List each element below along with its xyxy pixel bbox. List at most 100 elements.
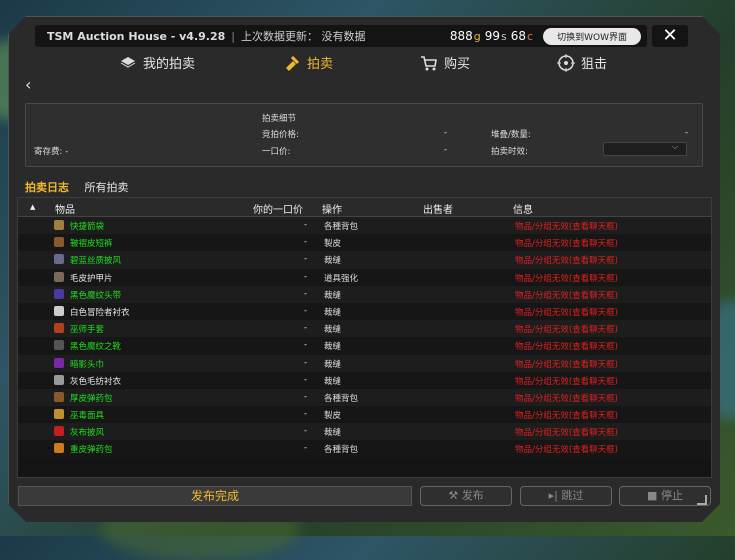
item-name: 厚皮弹药包 (70, 393, 113, 404)
info-cell: 物品/分组无效(查看聊天框) (515, 307, 618, 318)
silver-amount: 99 (484, 29, 501, 43)
buyout-cell: - (304, 426, 308, 437)
column-item[interactable]: 物品 (55, 201, 75, 216)
item-icon (54, 237, 64, 248)
buyout-cell: - (304, 357, 308, 368)
tab-all-auctions[interactable]: 所有拍卖 (85, 181, 129, 194)
info-cell: 物品/分组无效(查看聊天框) (515, 290, 618, 301)
operation-cell: 裁缝 (324, 342, 342, 353)
crosshair-icon (557, 53, 575, 72)
table-row[interactable]: 灰色毛纺衬衣 - 裁缝 物品/分组无效(查看聊天框) (18, 371, 711, 389)
table-row[interactable]: 毛皮护甲片 - 道具强化 物品/分组无效(查看聊天框) (18, 268, 711, 286)
info-cell: 物品/分组无效(查看聊天框) (515, 445, 618, 456)
column-operation[interactable]: 操作 (322, 201, 342, 216)
cart-icon (421, 55, 437, 70)
info-cell: 物品/分组无效(查看聊天框) (515, 376, 618, 387)
info-cell: 物品/分组无效(查看聊天框) (515, 342, 618, 353)
table-row[interactable]: 巫师手套 - 裁缝 物品/分组无效(查看聊天框) (18, 320, 711, 338)
item-name: 巫毒面具 (70, 411, 105, 422)
post-button[interactable]: ⚒ 发布 (420, 486, 512, 506)
auction-log-table: ▲ 物品 你的一口价 操作 出售者 信息 快捷箭袋 - 各種背包 物品/分组无效(查看… (17, 197, 712, 478)
item-name: 快捷箭袋 (70, 222, 105, 232)
item-icon (54, 391, 64, 402)
item-name: 鞁褶皮短裤 (70, 239, 113, 250)
sort-arrow-icon[interactable]: ▲ (30, 203, 35, 211)
item-icon (54, 305, 64, 316)
resize-handle[interactable] (697, 495, 707, 505)
table-header: ▲ 物品 你的一口价 操作 出售者 信息 (18, 198, 711, 217)
item-name: 灰色毛纺衬衣 (70, 376, 122, 387)
item-name: 黑色魔纹头带 (70, 290, 122, 301)
column-seller[interactable]: 出售者 (423, 201, 453, 216)
table-row[interactable]: 厚皮弹药包 - 各種背包 物品/分组无效(查看聊天框) (18, 388, 711, 407)
tab-label: 拍卖 (307, 57, 334, 72)
skip-icon: ▸| (548, 489, 558, 502)
table-row[interactable]: 黑色魔纹之靴 - 裁缝 物品/分组无效(查看聊天框) (18, 337, 711, 355)
item-icon (54, 220, 64, 230)
buyout-cell: - (304, 409, 308, 420)
table-body: 快捷箭袋 - 各種背包 物品/分组无效(查看聊天框) 鞁褶皮短裤 - 製皮 物品/分组无效(查… (18, 217, 711, 458)
info-cell: 物品/分组无效(查看聊天框) (515, 256, 618, 267)
operation-cell: 各種背包 (324, 393, 359, 404)
operation-cell: 裁缝 (324, 428, 342, 439)
buyout-price-value: - (444, 145, 448, 155)
details-header: 拍卖细节 (262, 114, 297, 124)
operation-cell: 裁缝 (324, 359, 342, 370)
duration-dropdown[interactable]: ⌵ (603, 142, 687, 156)
silver-unit: s (501, 29, 507, 43)
item-icon (54, 443, 64, 454)
gavel-icon: ⚒ (448, 489, 459, 502)
item-icon (54, 409, 64, 420)
info-cell: 物品/分组无效(查看聊天框) (515, 393, 618, 404)
column-info[interactable]: 信息 (513, 201, 533, 216)
close-button[interactable]: ✕ (652, 25, 688, 47)
gold-display: 888 g 99 s 68 c (450, 29, 533, 43)
duration-label: 拍卖时效: (491, 147, 528, 157)
item-icon (54, 374, 64, 385)
tab-buy[interactable]: 购买 (420, 53, 470, 72)
table-row[interactable]: 灰布披风 - 裁缝 物品/分组无效(查看聊天框) (18, 423, 711, 441)
buyout-cell: - (304, 220, 308, 230)
copper-unit: c (527, 29, 534, 43)
item-name: 灰布披风 (70, 428, 105, 439)
table-row[interactable]: 碧蓝丝质披风 - 裁缝 物品/分组无效(查看聊天框) (18, 251, 711, 269)
tab-bar: 我的拍卖 拍卖 购买 狙击 (9, 53, 720, 81)
back-button[interactable]: ‹ (25, 75, 31, 94)
info-cell: 物品/分组无效(查看聊天框) (515, 325, 618, 336)
info-cell: 物品/分组无效(查看聊天框) (515, 273, 618, 284)
buyout-cell: - (304, 237, 308, 248)
item-icon (54, 288, 64, 299)
stop-button-label: 停止 (660, 489, 683, 502)
title-separator: | (231, 29, 236, 43)
tab-my-auctions[interactable]: 我的拍卖 (119, 53, 195, 72)
tab-snipe[interactable]: 狙击 (557, 53, 607, 72)
operation-cell: 道具强化 (324, 273, 359, 284)
operation-cell: 裁缝 (324, 307, 342, 318)
gavel-icon (286, 55, 300, 71)
table-row[interactable]: 暗影头巾 - 裁缝 物品/分组无效(查看聊天框) (18, 354, 711, 372)
post-button-label: 发布 (461, 489, 484, 502)
auction-details-panel: 拍卖细节 竞拍价格: - 堆叠/数量: - 寄存费: - 一口价: - 拍卖时效… (25, 103, 703, 167)
table-row[interactable]: 黑色魔纹头带 - 裁缝 物品/分组无效(查看聊天框) (18, 285, 711, 303)
item-icon (54, 271, 64, 282)
tab-auction-log[interactable]: 拍卖日志 (25, 181, 69, 194)
buyout-cell: - (304, 254, 308, 265)
buyout-cell: - (304, 391, 308, 402)
info-cell: 物品/分组无效(查看聊天框) (515, 411, 618, 422)
table-row[interactable]: 鞁褶皮短裤 - 製皮 物品/分组无效(查看聊天框) (18, 234, 711, 252)
last-update-text: 上次数据更新： 没有数据 (241, 30, 366, 43)
info-cell: 物品/分组无效(查看聊天框) (515, 428, 618, 439)
operation-cell: 製皮 (324, 239, 342, 250)
buyout-cell: - (304, 288, 308, 299)
switch-to-wow-button[interactable]: 切换到WOW界面 (543, 27, 641, 45)
table-row[interactable]: 巫毒面具 - 製皮 物品/分组无效(查看聊天框) (18, 406, 711, 424)
item-name: 重皮弹药包 (70, 445, 113, 456)
table-row[interactable]: 白色冒险者衬衣 - 裁缝 物品/分组无效(查看聊天框) (18, 302, 711, 321)
table-row[interactable]: 重皮弹药包 - 各種背包 物品/分组无效(查看聊天框) (18, 440, 711, 458)
operation-cell: 各種背包 (324, 445, 359, 456)
tab-auction[interactable]: 拍卖 (283, 53, 333, 72)
column-buyout[interactable]: 你的一口价 (253, 201, 303, 216)
skip-button[interactable]: ▸| 跳过 (520, 486, 612, 506)
table-row[interactable]: 快捷箭袋 - 各種背包 物品/分组无效(查看聊天框) (18, 217, 711, 235)
gold-amount: 888 (449, 29, 473, 43)
